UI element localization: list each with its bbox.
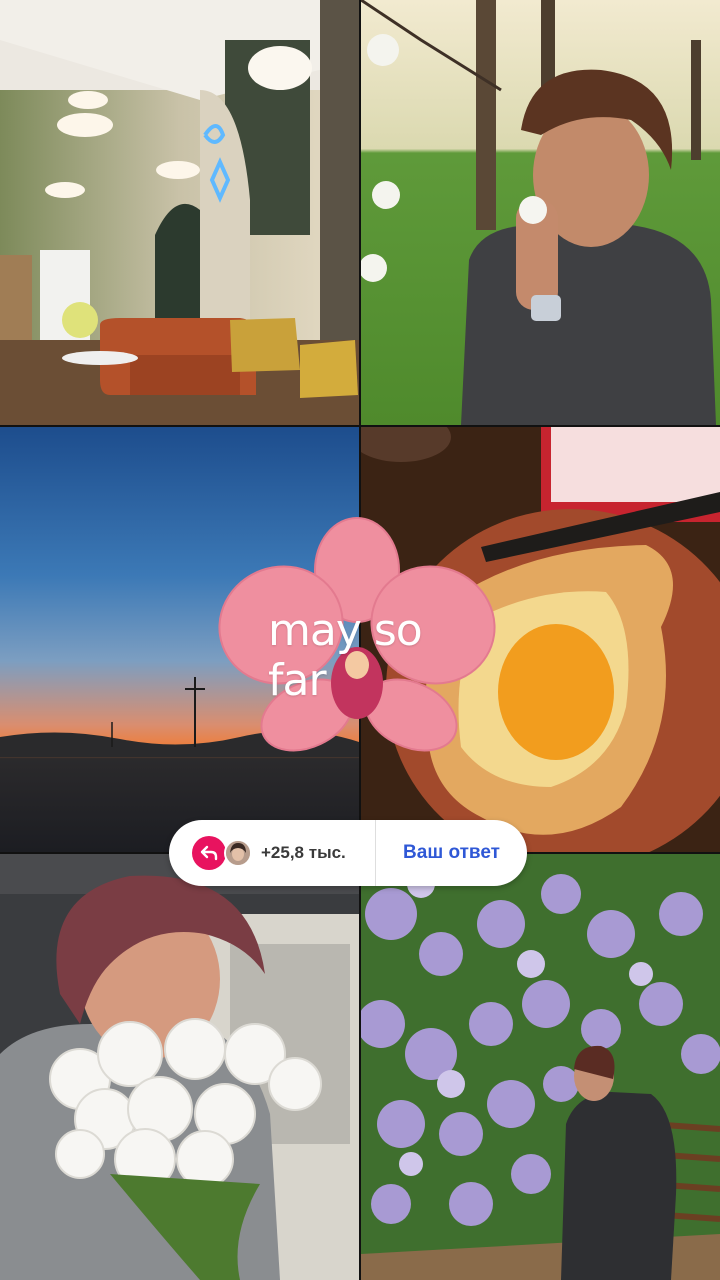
your-answer-button[interactable]: Ваш ответ bbox=[376, 842, 527, 864]
photo-woman-with-chrysanthemums bbox=[0, 854, 359, 1280]
story-caption: may so far bbox=[268, 605, 423, 706]
avatar bbox=[224, 839, 252, 867]
photo-salon-interior bbox=[0, 0, 359, 425]
photo-woman-smelling-blossom bbox=[361, 0, 720, 425]
photo-woman-under-lilacs bbox=[361, 854, 720, 1280]
reply-count: +25,8 тыс. bbox=[261, 843, 346, 862]
replies-summary[interactable]: +25,8 тыс. bbox=[169, 820, 375, 886]
reply-bar[interactable]: +25,8 тыс. Ваш ответ bbox=[169, 820, 527, 886]
reply-arrow-icon bbox=[192, 836, 226, 870]
